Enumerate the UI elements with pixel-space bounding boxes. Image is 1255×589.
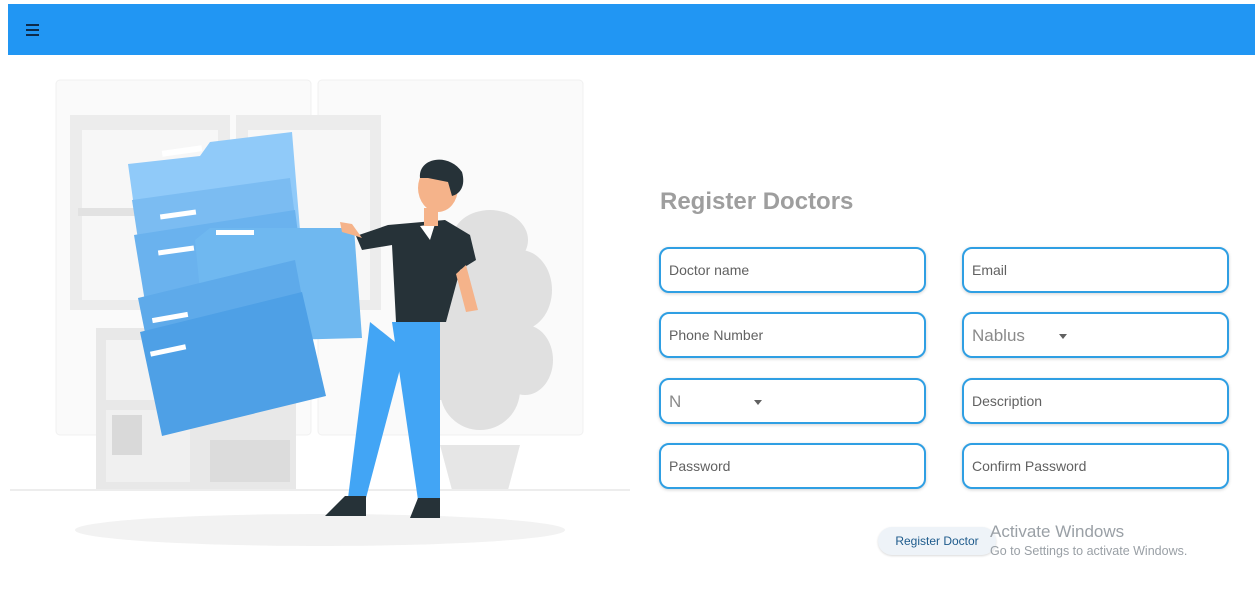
- description-field[interactable]: [962, 378, 1229, 424]
- city-select[interactable]: Nablus: [962, 312, 1229, 358]
- second-select-value: N: [669, 392, 682, 411]
- city-select-value: Nablus: [972, 326, 1025, 345]
- activate-windows-watermark: Activate Windows Go to Settings to activ…: [990, 522, 1187, 558]
- chevron-down-icon[interactable]: [754, 400, 762, 405]
- register-doctor-button[interactable]: Register Doctor: [878, 527, 996, 555]
- person-carrying-folders-illustration: [10, 79, 630, 546]
- email-input[interactable]: [972, 249, 1212, 291]
- chevron-down-icon[interactable]: [1059, 334, 1067, 339]
- second-select[interactable]: N: [659, 378, 926, 424]
- password-field[interactable]: [659, 443, 926, 489]
- watermark-subtitle: Go to Settings to activate Windows.: [990, 544, 1188, 558]
- phone-input[interactable]: [669, 314, 909, 356]
- doctor-name-field[interactable]: [659, 247, 926, 293]
- watermark-title: Activate Windows: [990, 522, 1125, 541]
- doctor-name-input[interactable]: [669, 249, 909, 291]
- confirm-password-input[interactable]: [972, 445, 1212, 487]
- app-bar: [8, 4, 1255, 55]
- description-input[interactable]: [972, 380, 1212, 422]
- password-input[interactable]: [669, 445, 909, 487]
- page-title: Register Doctors: [660, 188, 854, 215]
- email-field[interactable]: [962, 247, 1229, 293]
- hamburger-menu-icon[interactable]: [24, 20, 44, 40]
- phone-field[interactable]: [659, 312, 926, 358]
- confirm-password-field[interactable]: [962, 443, 1229, 489]
